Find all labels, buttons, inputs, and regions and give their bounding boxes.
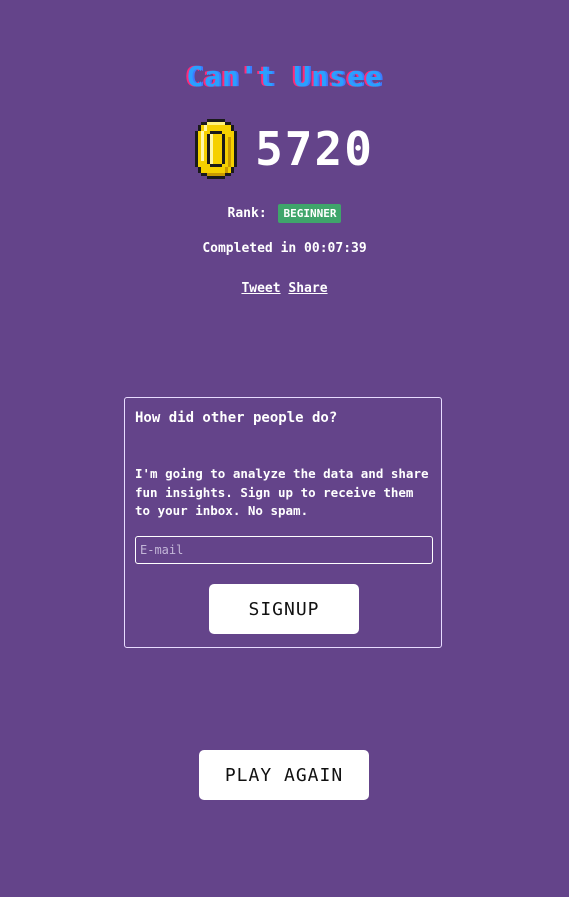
completion-time: Completed in 00:07:39 [202, 241, 367, 256]
share-link[interactable]: Share [288, 281, 327, 296]
email-field[interactable] [135, 536, 433, 564]
signup-description: I'm going to analyze the data and share … [135, 466, 429, 518]
play-again-button[interactable]: PLAY AGAIN [199, 750, 369, 800]
signup-button[interactable]: SIGNUP [209, 584, 359, 634]
tweet-link[interactable]: Tweet [241, 281, 280, 296]
rank-badge: BEGINNER [278, 204, 342, 223]
game-title: Can't Unsee [186, 60, 383, 93]
rank-label: Rank: [227, 206, 267, 221]
score-row: 5720 [0, 118, 569, 180]
share-links: Tweet Share [0, 281, 569, 296]
score-value: 5720 [255, 122, 374, 176]
coin-icon [195, 119, 238, 179]
signup-heading: How did other people do? [135, 410, 338, 426]
rank-row: Rank: BEGINNER [0, 204, 569, 223]
signup-card: How did other people do? I'm going to an… [124, 397, 442, 648]
